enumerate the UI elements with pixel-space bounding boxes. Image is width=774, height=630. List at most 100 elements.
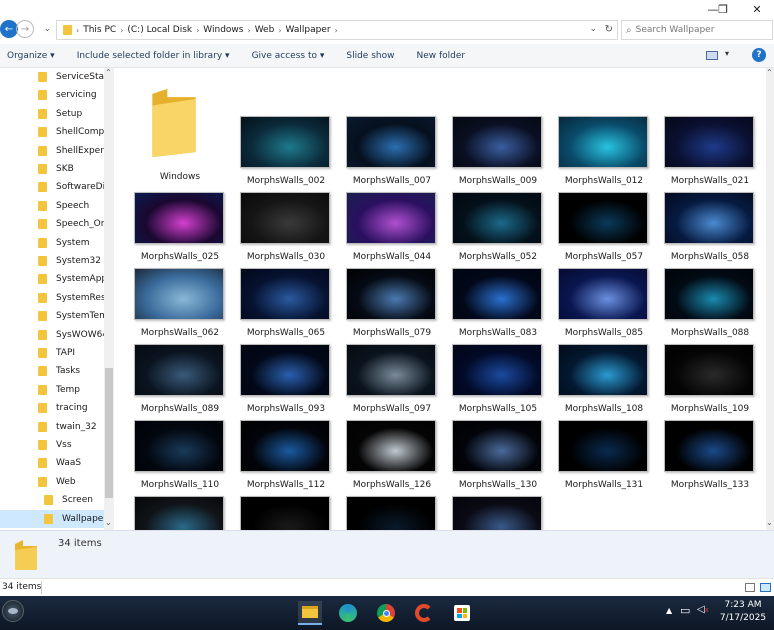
- tree-item[interactable]: Web: [0, 473, 104, 491]
- scroll-down-icon[interactable]: ⌄: [766, 518, 773, 527]
- image-file-item[interactable]: MorphsWalls_079: [341, 268, 443, 344]
- recent-locations-button[interactable]: ⌄: [44, 24, 51, 33]
- show-hidden-icons-button[interactable]: ▲: [666, 606, 672, 615]
- new-folder-button[interactable]: New folder: [416, 51, 465, 61]
- image-file-item[interactable]: MorphsWalls_131: [553, 420, 655, 496]
- close-button[interactable]: ✕: [740, 0, 774, 18]
- image-file-item[interactable]: MorphsWalls_112: [235, 420, 337, 496]
- breadcrumb-this-pc[interactable]: This PC: [83, 25, 116, 35]
- details-view-icon[interactable]: [745, 583, 755, 592]
- taskbar-chrome[interactable]: [374, 601, 398, 625]
- image-file-item[interactable]: MorphsWalls_110: [129, 420, 231, 496]
- image-file-item[interactable]: MorphsWalls_030: [235, 192, 337, 268]
- include-in-library-button[interactable]: Include selected folder in library ▾: [77, 51, 230, 61]
- image-file-item[interactable]: MorphsWalls_130: [447, 420, 549, 496]
- tree-item[interactable]: twain_32: [0, 418, 104, 436]
- large-icons-view-icon[interactable]: [760, 583, 771, 592]
- image-file-item[interactable]: [341, 496, 443, 530]
- image-file-item[interactable]: MorphsWalls_052: [447, 192, 549, 268]
- address-dropdown-button[interactable]: ⌄: [589, 24, 597, 34]
- navigation-pane-scrollbar[interactable]: ⌃ ⌄: [104, 68, 114, 530]
- tree-item[interactable]: tracing: [0, 399, 104, 417]
- image-file-item[interactable]: MorphsWalls_062: [129, 268, 231, 344]
- breadcrumb-wallpaper[interactable]: Wallpaper: [286, 25, 331, 35]
- view-options-dropdown[interactable]: ▾: [725, 49, 729, 58]
- image-file-item[interactable]: MorphsWalls_089: [129, 344, 231, 420]
- forward-button[interactable]: →: [16, 20, 34, 38]
- image-file-item[interactable]: MorphsWalls_065: [235, 268, 337, 344]
- tree-item[interactable]: Screen: [0, 491, 104, 509]
- image-file-item[interactable]: [129, 496, 231, 530]
- search-input[interactable]: Search Wallpaper: [636, 25, 715, 35]
- image-file-item[interactable]: MorphsWalls_012: [553, 116, 655, 192]
- image-file-item[interactable]: MorphsWalls_088: [659, 268, 761, 344]
- image-file-item[interactable]: [235, 496, 337, 530]
- tree-item[interactable]: Speech: [0, 197, 104, 215]
- tree-item[interactable]: Speech_One: [0, 215, 104, 233]
- address-bar[interactable]: › This PC › (C:) Local Disk › Windows › …: [56, 20, 618, 40]
- image-file-item[interactable]: MorphsWalls_044: [341, 192, 443, 268]
- folder-item[interactable]: Windows: [129, 68, 231, 182]
- scroll-up-icon[interactable]: ⌃: [766, 68, 773, 77]
- image-file-item[interactable]: MorphsWalls_093: [235, 344, 337, 420]
- tree-item[interactable]: System: [0, 234, 104, 252]
- breadcrumb-local-disk[interactable]: (C:) Local Disk: [127, 25, 192, 35]
- tree-item[interactable]: SKB: [0, 160, 104, 178]
- refresh-button[interactable]: ↻: [605, 24, 613, 35]
- breadcrumb-windows[interactable]: Windows: [203, 25, 243, 35]
- help-icon[interactable]: ?: [752, 48, 766, 62]
- network-icon[interactable]: ▭: [680, 604, 690, 617]
- image-file-item[interactable]: MorphsWalls_057: [553, 192, 655, 268]
- image-file-item[interactable]: MorphsWalls_009: [447, 116, 549, 192]
- tree-item[interactable]: SoftwareDis: [0, 178, 104, 196]
- tree-item[interactable]: servicing: [0, 86, 104, 104]
- view-options-icon[interactable]: [706, 51, 718, 60]
- image-file-item[interactable]: MorphsWalls_108: [553, 344, 655, 420]
- image-file-item[interactable]: MorphsWalls_021: [659, 116, 761, 192]
- tree-item[interactable]: System32: [0, 252, 104, 270]
- maximize-button[interactable]: ❐: [706, 0, 740, 18]
- image-file-item[interactable]: MorphsWalls_002: [235, 116, 337, 192]
- image-file-item[interactable]: [447, 496, 549, 530]
- taskbar-file-explorer[interactable]: [298, 601, 322, 625]
- image-file-item[interactable]: MorphsWalls_105: [447, 344, 549, 420]
- tree-item[interactable]: Tasks: [0, 362, 104, 380]
- organize-button[interactable]: Organize ▾: [7, 51, 55, 61]
- image-file-item[interactable]: MorphsWalls_025: [129, 192, 231, 268]
- taskbar-edge[interactable]: [336, 601, 360, 625]
- tree-item[interactable]: SysWOW64: [0, 326, 104, 344]
- start-button[interactable]: [2, 600, 24, 622]
- scroll-up-icon[interactable]: ⌃: [105, 68, 112, 77]
- search-box[interactable]: ⌕ Search Wallpaper: [621, 20, 773, 40]
- scrollbar-thumb[interactable]: [105, 368, 113, 498]
- breadcrumb-web[interactable]: Web: [255, 25, 275, 35]
- image-file-item[interactable]: MorphsWalls_109: [659, 344, 761, 420]
- tree-item[interactable]: SystemTemp: [0, 307, 104, 325]
- volume-muted-icon[interactable]: ◁x: [697, 604, 709, 615]
- image-file-item[interactable]: MorphsWalls_126: [341, 420, 443, 496]
- slide-show-button[interactable]: Slide show: [346, 51, 394, 61]
- tree-item[interactable]: ShellExperie: [0, 142, 104, 160]
- give-access-button[interactable]: Give access to ▾: [252, 51, 325, 61]
- taskbar-store[interactable]: [450, 601, 474, 625]
- tree-item[interactable]: WaaS: [0, 454, 104, 472]
- tree-item[interactable]: Vss: [0, 436, 104, 454]
- tree-item[interactable]: ShellCompo: [0, 123, 104, 141]
- scroll-down-icon[interactable]: ⌄: [105, 518, 112, 527]
- tree-item[interactable]: SystemReso: [0, 289, 104, 307]
- clock[interactable]: 7:23 AM 7/17/2025: [716, 599, 770, 625]
- tree-item[interactable]: ServiceState: [0, 68, 104, 86]
- taskbar-ccleaner[interactable]: [412, 601, 436, 625]
- image-file-item[interactable]: MorphsWalls_007: [341, 116, 443, 192]
- image-file-item[interactable]: MorphsWalls_058: [659, 192, 761, 268]
- image-file-item[interactable]: MorphsWalls_133: [659, 420, 761, 496]
- tree-item[interactable]: Temp: [0, 381, 104, 399]
- tree-item[interactable]: Setup: [0, 105, 104, 123]
- image-file-item[interactable]: MorphsWalls_085: [553, 268, 655, 344]
- file-list-scrollbar[interactable]: ⌃ ⌄: [766, 68, 774, 530]
- image-file-item[interactable]: MorphsWalls_097: [341, 344, 443, 420]
- image-file-item[interactable]: MorphsWalls_083: [447, 268, 549, 344]
- tree-item[interactable]: SystemApps: [0, 270, 104, 288]
- tree-item[interactable]: Wallpaper: [0, 509, 104, 528]
- tree-item[interactable]: TAPI: [0, 344, 104, 362]
